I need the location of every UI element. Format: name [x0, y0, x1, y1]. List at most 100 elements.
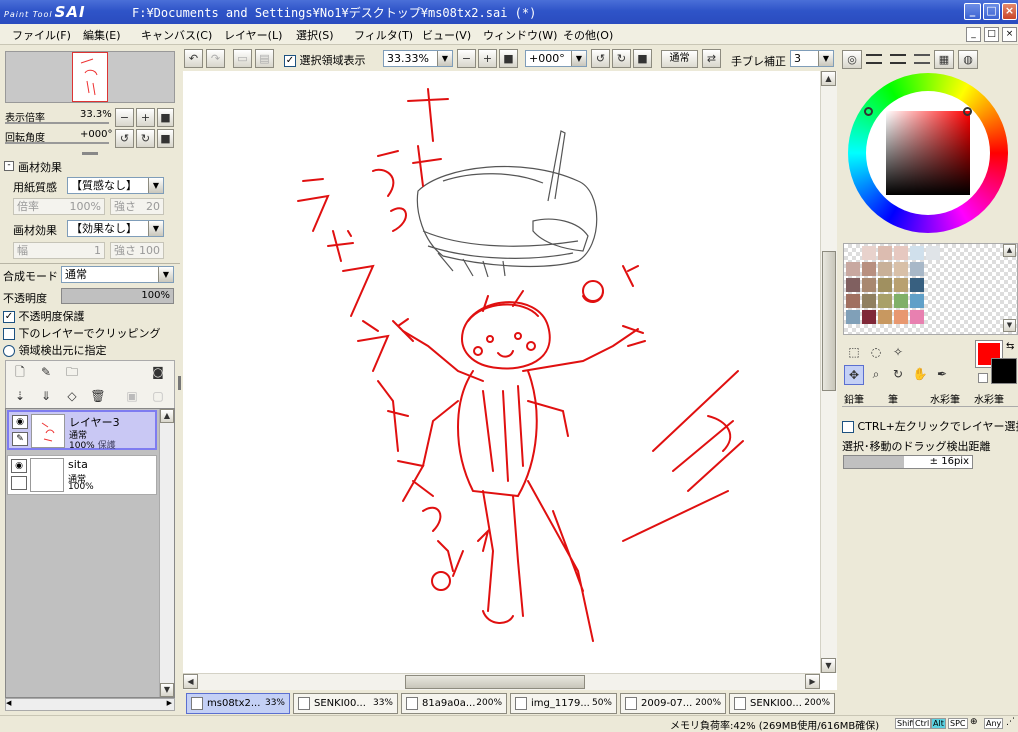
panel-splitter[interactable]: [82, 152, 98, 155]
navigator-preview[interactable]: [5, 51, 175, 103]
drag-distance-slider[interactable]: ± 16pix: [843, 455, 973, 469]
color-swatch[interactable]: [878, 294, 892, 308]
protect-opacity-checkbox[interactable]: ✓ 不透明度保護: [3, 308, 85, 324]
color-swatch[interactable]: [926, 310, 940, 324]
color-swatch[interactable]: [862, 294, 876, 308]
zoom-slider[interactable]: [5, 122, 109, 124]
color-swatch[interactable]: [942, 246, 956, 260]
color-swatch[interactable]: [846, 262, 860, 276]
strength-field[interactable]: 強さ20: [110, 198, 164, 215]
width-field[interactable]: 幅1: [13, 242, 105, 259]
scratchpad-icon[interactable]: ◍: [958, 50, 978, 69]
deselect-icon[interactable]: ▭: [233, 49, 252, 68]
color-swatch[interactable]: [926, 262, 940, 276]
brush-icon[interactable]: ✎: [12, 432, 28, 446]
color-swatch[interactable]: [942, 294, 956, 308]
color-swatch[interactable]: [846, 246, 860, 260]
color-swatch[interactable]: [942, 278, 956, 292]
delete-mask-icon[interactable]: ▢: [148, 387, 168, 407]
hsv-slider-icon[interactable]: [890, 54, 906, 64]
zoom-icon[interactable]: ⌕: [866, 365, 886, 385]
rotate-left-icon[interactable]: ↺: [115, 129, 134, 148]
selection-display-checkbox[interactable]: ✓ 選択領域表示: [284, 52, 366, 68]
scroll-up-icon[interactable]: ▲: [160, 409, 174, 423]
selection-source-radio[interactable]: 領域検出元に指定: [3, 342, 107, 358]
blend-mode-select[interactable]: 通常▼: [61, 266, 174, 283]
color-swatch[interactable]: [846, 294, 860, 308]
transfer-down-icon[interactable]: ⇣: [10, 387, 30, 407]
menu-other[interactable]: その他(O): [563, 27, 613, 43]
color-swatch[interactable]: [862, 278, 876, 292]
menu-file[interactable]: ファイル(F): [12, 27, 71, 43]
menu-select[interactable]: 選択(S): [296, 27, 334, 43]
swatch-palette[interactable]: [843, 243, 1018, 335]
rotate-right-icon[interactable]: ↻: [612, 49, 631, 68]
vscroll-thumb[interactable]: [822, 251, 836, 391]
close-icon[interactable]: ×: [1002, 3, 1017, 20]
color-swatch[interactable]: [926, 294, 940, 308]
clipping-checkbox[interactable]: 下のレイヤーでクリッピング: [3, 325, 161, 341]
reset-colors-icon[interactable]: [978, 373, 988, 383]
zoom-in-icon[interactable]: +: [478, 49, 497, 68]
empty-lock-icon[interactable]: [11, 476, 27, 490]
color-swatch[interactable]: [878, 262, 892, 276]
rotate-reset-icon[interactable]: ■: [633, 49, 652, 68]
flip-horizontal-icon[interactable]: ⇄: [702, 49, 721, 68]
new-folder-icon[interactable]: 🗀: [62, 363, 82, 383]
rgb-slider-icon[interactable]: [866, 54, 882, 64]
move-icon[interactable]: ✥: [844, 365, 864, 385]
zoom-out-icon[interactable]: −: [457, 49, 476, 68]
rotate-reset-icon[interactable]: ■: [157, 129, 174, 148]
color-swatch[interactable]: [910, 262, 924, 276]
doc-tab-3[interactable]: img_1179...50%: [510, 693, 617, 714]
menu-window[interactable]: ウィンドウ(W): [483, 27, 557, 43]
sv-picker-cursor[interactable]: [963, 107, 972, 116]
hue-ring[interactable]: [848, 73, 1008, 233]
doc-close-icon[interactable]: ×: [1002, 27, 1017, 42]
brush-tab-watercolor-2[interactable]: 水彩筆: [974, 391, 1004, 406]
clear-layer-icon[interactable]: ◇: [62, 387, 82, 407]
color-swatch[interactable]: [910, 278, 924, 292]
color-swatch[interactable]: [974, 246, 988, 260]
doc-tab-4[interactable]: 2009-07...200%: [620, 693, 726, 714]
collapse-icon[interactable]: -: [4, 161, 14, 171]
color-swatch[interactable]: [990, 246, 1004, 260]
ctrl-click-checkbox[interactable]: CTRL+左クリックでレイヤー選択: [842, 418, 1018, 434]
swap-colors-icon[interactable]: ⇆: [1006, 341, 1014, 352]
menu-view[interactable]: ビュー(V): [422, 27, 471, 43]
layer-list-scrollbar[interactable]: ▲ ▼: [159, 409, 174, 697]
rect-select-icon[interactable]: ⬚: [844, 343, 864, 363]
lasso-icon[interactable]: ◌: [866, 343, 886, 363]
color-swatch[interactable]: [958, 246, 972, 260]
scroll-left-icon[interactable]: ◀: [6, 699, 11, 707]
canvas-hscroll[interactable]: ◀ ▶: [183, 673, 820, 690]
rotate-left-icon[interactable]: ↺: [591, 49, 610, 68]
new-layer-icon[interactable]: 🗋: [10, 363, 30, 383]
color-swatch[interactable]: [910, 310, 924, 324]
secondary-color-swatch[interactable]: [991, 358, 1017, 384]
invert-selection-icon[interactable]: ▤: [255, 49, 274, 68]
layer-item-sita[interactable]: ◉ sita 通常 100%: [7, 455, 157, 495]
doc-tab-0[interactable]: ms08tx2...33%: [186, 693, 290, 714]
color-swatch[interactable]: [974, 262, 988, 276]
menu-edit[interactable]: 編集(E): [83, 27, 121, 43]
color-swatch[interactable]: [990, 310, 1004, 324]
color-swatch[interactable]: [846, 310, 860, 324]
scroll-down-icon[interactable]: ▼: [1003, 319, 1016, 332]
doc-minimize-icon[interactable]: _: [966, 27, 981, 42]
color-swatch[interactable]: [878, 246, 892, 260]
eye-icon[interactable]: ◉: [11, 459, 27, 473]
rotate-tool-icon[interactable]: ↻: [888, 365, 908, 385]
color-swatch[interactable]: [974, 278, 988, 292]
color-swatch[interactable]: [958, 278, 972, 292]
color-swatch[interactable]: [974, 310, 988, 324]
hand-icon[interactable]: ✋: [910, 365, 930, 385]
color-swatch[interactable]: [974, 294, 988, 308]
resize-grip-icon[interactable]: ⋰: [1006, 717, 1015, 727]
effect-strength-field[interactable]: 強さ100: [110, 242, 164, 259]
apply-mask-icon[interactable]: ▣: [122, 387, 142, 407]
redo-icon[interactable]: ↷: [206, 49, 225, 68]
hscroll-thumb[interactable]: [405, 675, 585, 689]
opacity-slider[interactable]: 100%: [61, 288, 174, 304]
scroll-right-icon[interactable]: ▶: [805, 674, 820, 689]
